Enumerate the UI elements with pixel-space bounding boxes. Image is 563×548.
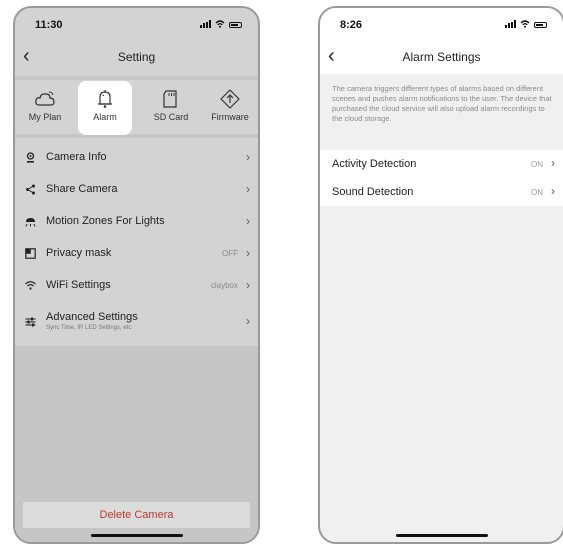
menu-item-wifi-settings[interactable]: WiFi Settings claybox › [15, 270, 258, 302]
chevron-right-icon: › [551, 184, 555, 198]
bell-icon [98, 90, 112, 108]
delete-camera-button[interactable]: Delete Camera [23, 502, 250, 528]
tab-sd-card-label: SD Card [153, 112, 189, 122]
wifi-status-icon [215, 20, 225, 28]
menu-item-camera-info[interactable]: Camera Info › [15, 142, 258, 174]
page-title: Setting [117, 50, 156, 64]
sound-detection-row[interactable]: Sound Detection ON › [320, 178, 563, 206]
tab-alarm-label: Alarm [93, 112, 117, 122]
alarm-settings-list: Activity Detection ON › Sound Detection … [320, 150, 563, 206]
status-time: 8:26 [340, 19, 363, 31]
activity-detection-label: Activity Detection [332, 158, 417, 170]
tab-firmware-label: Firmware [211, 112, 249, 122]
feature-tabs: My Plan Alarm SD Card Firmware [15, 76, 258, 138]
cloud-icon [35, 91, 55, 106]
firmware-upgrade-icon [220, 89, 240, 109]
menu-item-label: Privacy mask [46, 247, 112, 259]
cellular-signal-icon [505, 20, 516, 28]
chevron-right-icon: › [246, 278, 250, 292]
sd-card-icon [163, 90, 177, 108]
activity-detection-status: ON [531, 160, 543, 169]
menu-item-label: WiFi Settings [46, 279, 111, 291]
menu-item-share-camera[interactable]: Share Camera › [15, 174, 258, 206]
alarm-settings-screen: 8:26 ‹ Alarm Settings The camera trigger… [318, 6, 563, 544]
page-title: Alarm Settings [402, 50, 481, 64]
privacy-mask-status: OFF [222, 249, 238, 258]
home-indicator[interactable] [90, 534, 183, 537]
tab-sd-card[interactable]: SD Card [143, 84, 199, 132]
settings-menu: Camera Info › Share Camera › Motion Zone… [15, 142, 258, 342]
sound-detection-label: Sound Detection [332, 186, 414, 198]
alarm-description: The camera triggers different types of a… [332, 84, 552, 123]
menu-item-label: Advanced Settings [46, 311, 138, 323]
wifi-icon [25, 281, 36, 290]
chevron-right-icon: › [551, 156, 555, 170]
menu-item-label: Motion Zones For Lights [46, 215, 165, 227]
lamp-icon [25, 218, 36, 227]
battery-icon [229, 22, 242, 28]
camera-icon [26, 152, 35, 163]
chevron-right-icon: › [246, 314, 250, 328]
chevron-right-icon: › [246, 246, 250, 260]
menu-item-label: Share Camera [46, 183, 118, 195]
menu-item-motion-zones[interactable]: Motion Zones For Lights › [15, 206, 258, 238]
tab-firmware[interactable]: Firmware [202, 84, 258, 132]
sound-detection-status: ON [531, 188, 543, 197]
chevron-right-icon: › [246, 182, 250, 196]
mask-icon [25, 248, 36, 259]
chevron-right-icon: › [246, 150, 250, 164]
wifi-network-name: claybox [210, 281, 238, 290]
settings-screen: 11:30 ‹ Setting My Plan Alarm SD Card Fi… [13, 6, 260, 544]
status-bar: 11:30 [15, 8, 258, 42]
menu-item-sublabel: Sync Time, IR LED Settings, etc [46, 325, 132, 331]
status-icons [505, 20, 547, 28]
tab-my-plan[interactable]: My Plan [17, 84, 73, 132]
nav-bar: ‹ Setting [15, 42, 258, 72]
wifi-status-icon [520, 20, 530, 28]
status-bar: 8:26 [320, 8, 563, 42]
tab-alarm[interactable]: Alarm [78, 81, 132, 135]
tab-my-plan-label: My Plan [28, 112, 62, 122]
share-icon [26, 184, 35, 195]
activity-detection-row[interactable]: Activity Detection ON › [320, 150, 563, 178]
status-time: 11:30 [35, 19, 63, 31]
battery-icon [534, 22, 547, 28]
menu-item-label: Camera Info [46, 151, 107, 163]
menu-item-privacy-mask[interactable]: Privacy mask OFF › [15, 238, 258, 270]
menu-item-advanced-settings[interactable]: Advanced Settings Sync Time, IR LED Sett… [15, 302, 258, 342]
cellular-signal-icon [200, 20, 211, 28]
nav-bar: ‹ Alarm Settings [320, 42, 563, 72]
chevron-right-icon: › [246, 214, 250, 228]
home-indicator[interactable] [395, 534, 488, 537]
sliders-icon [25, 317, 36, 327]
status-icons [200, 20, 242, 28]
